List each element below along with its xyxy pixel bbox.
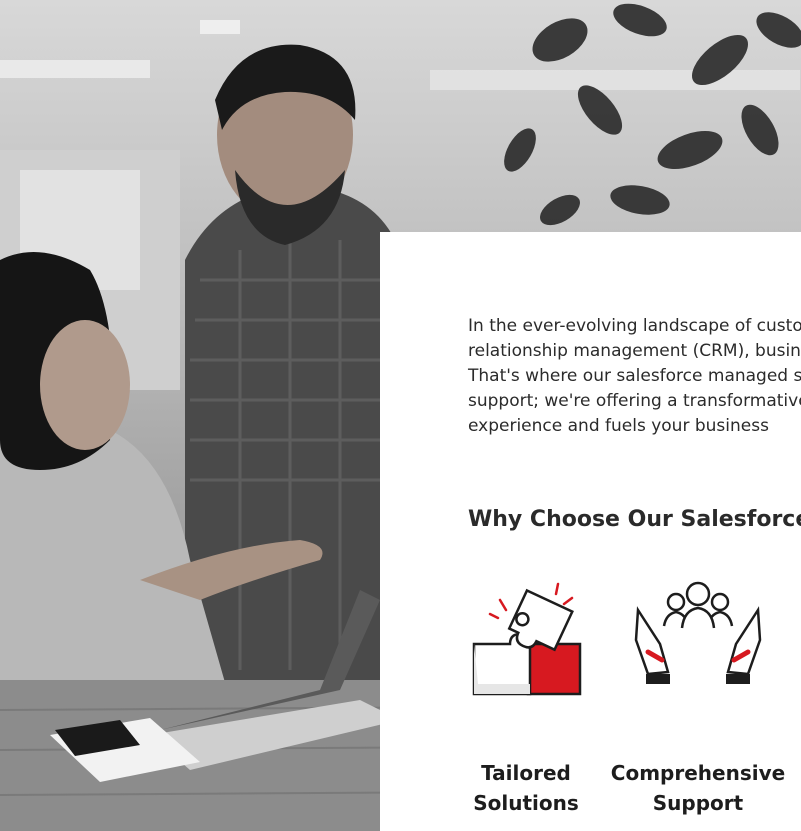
intro-line: In the ever-evolving landscape of custom… (468, 316, 801, 336)
intro-line: That's where our salesforce managed serv… (468, 366, 801, 386)
section-heading: Why Choose Our Salesforce (468, 507, 801, 532)
intro-line: support; we're offering a transformative (468, 391, 801, 411)
feature-label-line: Tailored (481, 761, 571, 785)
hands-support-icon (634, 581, 762, 684)
intro-line: relationship management (CRM), businesse… (468, 341, 801, 361)
feature-label-line: Comprehensive (610, 761, 786, 785)
feature-label-line: Solutions (473, 791, 579, 815)
intro-paragraph: In the ever-evolving landscape of custom… (468, 314, 801, 439)
feature-tailored-solutions: Tailored Solutions (436, 580, 616, 818)
feature-comprehensive-support: Comprehensive Support (608, 580, 788, 818)
puzzle-icon (472, 582, 582, 696)
feature-label: Tailored Solutions (436, 758, 616, 818)
intro-line: experience and fuels your business (468, 416, 769, 436)
content-card: In the ever-evolving landscape of custom… (380, 232, 801, 831)
feature-label-line: Support (652, 791, 744, 815)
feature-label: Comprehensive Support (608, 758, 788, 818)
